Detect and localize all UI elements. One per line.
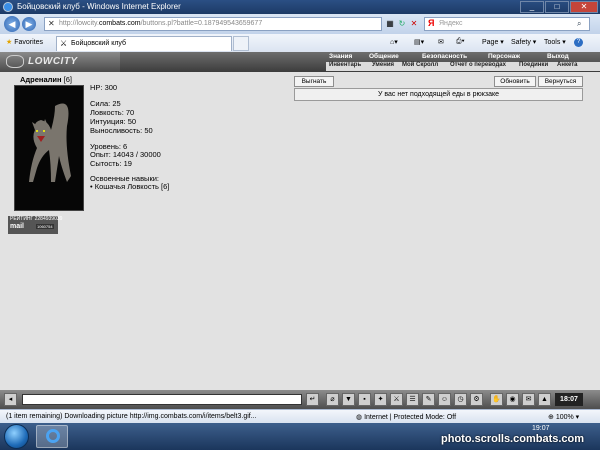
lowcity-logo: LOWCITY [0, 52, 120, 72]
search-icon[interactable]: ⌕ [577, 19, 581, 29]
submenu-my-scroll[interactable]: Мой Скролл [402, 62, 438, 68]
bag-icon[interactable]: ◉ [506, 393, 519, 406]
watermark-text: photo.scrolls.combats.com [441, 433, 585, 445]
stop-icon[interactable]: ✕ [408, 17, 420, 31]
window-title: Бойцовский клуб - Windows Internet Explo… [17, 2, 181, 11]
tools-menu[interactable]: Tools ▾ [544, 38, 566, 46]
stat-satiety: Сытость: 19 [90, 159, 132, 168]
forward-arrow-icon[interactable]: ▶ [22, 17, 36, 31]
rating-counter: РЕЙТИНГ 2284939039 [10, 216, 63, 222]
skill-item[interactable]: • Кошачья Ловкость [6] [90, 182, 169, 191]
start-button[interactable] [4, 424, 29, 449]
stat-intuition: Интуиция: 50 [90, 117, 137, 126]
players-icon[interactable]: ☰ [406, 393, 419, 406]
scroll-icon[interactable]: ✉ [522, 393, 535, 406]
new-tab-button[interactable] [233, 36, 249, 51]
tab-title: Бойцовский клуб [71, 40, 127, 47]
status-text: (1 item remaining) Downloading picture h… [6, 413, 257, 420]
clock-icon[interactable]: ◷ [454, 393, 467, 406]
chat-scroll-icon[interactable]: ◂ [4, 393, 17, 406]
game-menu-bar: LOWCITY Знания Общение Безопасность Перс… [0, 52, 600, 72]
smiley-icon[interactable]: ☺ [438, 393, 451, 406]
star-icon: ★ [6, 39, 13, 46]
stat-agility: Ловкость: 70 [90, 108, 135, 117]
kick-button[interactable]: Выгнать [294, 76, 334, 87]
menu-knowledge[interactable]: Знания [329, 53, 352, 60]
address-url: http://lowcity.combats.com/buttons.pl?ba… [59, 20, 263, 27]
stat-endurance: Выносливость: 50 [90, 126, 153, 135]
walk-icon[interactable]: ✦ [374, 393, 387, 406]
back-arrow-icon[interactable]: ◀ [4, 16, 20, 32]
mail-counter: mail [10, 223, 25, 230]
logo-emblem-icon [6, 55, 24, 68]
mail-icon[interactable]: ✉ [438, 38, 444, 46]
safety-menu[interactable]: Safety ▾ [511, 38, 536, 46]
info-icon[interactable]: ✎ [422, 393, 435, 406]
back-button[interactable]: Вернуться [538, 76, 583, 87]
clear-icon[interactable]: ⌀ [326, 393, 339, 406]
help-icon[interactable]: ? [574, 38, 583, 47]
search-input[interactable]: Я Яндекс ⌕ [424, 17, 590, 31]
minimize-button[interactable]: _ [520, 1, 544, 13]
menu-communication[interactable]: Общение [369, 53, 399, 60]
character-portrait [14, 85, 84, 211]
mark-icon[interactable]: ▲ [538, 393, 551, 406]
refresh-icon[interactable]: ↻ [396, 17, 408, 31]
address-toolbar: ◀ ▶ ✕ http://lowcity.combats.com/buttons… [0, 14, 600, 34]
counters-block[interactable]: РЕЙТИНГ 2284939039 mail 1060754 [8, 216, 62, 234]
tray-clock[interactable]: 19:07 [532, 425, 550, 432]
zoom-level[interactable]: ⊕ 100% ▾ [548, 413, 579, 421]
character-name[interactable]: Адреналин [6] [20, 75, 72, 84]
game-content: Адреналин [6] РЕЙТИНГ 2284939039 mail 10… [0, 72, 600, 390]
submenu-skills[interactable]: Умения [372, 62, 394, 68]
send-icon[interactable]: ↵ [306, 393, 319, 406]
print-icon[interactable]: ⎙▾ [456, 38, 465, 46]
refresh-button[interactable]: Обновить [494, 76, 536, 87]
save-icon[interactable]: ▪ [358, 393, 371, 406]
stat-experience: Опыт: 14043 / 30000 [90, 150, 161, 159]
hand-icon[interactable]: ✋ [490, 393, 503, 406]
compat-view-icon[interactable]: ▦ [384, 17, 396, 31]
favorites-button[interactable]: ★ Favorites [6, 38, 43, 46]
status-bar: (1 item remaining) Downloading picture h… [0, 409, 600, 424]
chat-toolbar: ◂ ↵ ⌀ ▼ ▪ ✦ ⚔ ☰ ✎ ☺ ◷ ⚙ ✋ ◉ ✉ ▲ 18:07 [0, 390, 600, 409]
page-icon: ✕ [48, 19, 55, 28]
ie-icon [3, 2, 13, 12]
yandex-icon: Я [428, 18, 435, 28]
game-clock: 18:07 [555, 393, 583, 406]
close-button[interactable]: ✕ [570, 1, 598, 13]
zoom-icon: ⊕ [548, 414, 556, 421]
stat-strength: Сила: 25 [90, 99, 121, 108]
stat-hp: HP: 300 [90, 83, 118, 92]
logo-text: LOWCITY [28, 56, 78, 67]
window-title-bar: Бойцовский клуб - Windows Internet Explo… [0, 0, 600, 14]
submenu-transfer-report[interactable]: Отчет о переводах [450, 62, 506, 68]
menu-exit[interactable]: Выход [547, 53, 569, 60]
submenu-inventory[interactable]: Инвентарь [329, 62, 361, 68]
maximize-button[interactable]: □ [545, 1, 569, 13]
globe-icon: ◍ [356, 414, 365, 421]
ie-icon [46, 429, 60, 443]
menu-security[interactable]: Безопасность [422, 53, 467, 60]
home-icon[interactable]: ⌂▾ [390, 38, 398, 46]
submenu-profile[interactable]: Анкета [557, 62, 578, 68]
fight-icon[interactable]: ⚔ [390, 393, 403, 406]
browser-tab[interactable]: ⚔ Бойцовский клуб [56, 36, 232, 51]
page-menu[interactable]: Page ▾ [482, 38, 504, 46]
cat-image [29, 103, 71, 182]
address-input[interactable]: ✕ http://lowcity.combats.com/buttons.pl?… [44, 17, 382, 31]
security-zone[interactable]: ◍ Internet | Protected Mode: Off [356, 413, 456, 421]
filter-icon[interactable]: ▼ [342, 393, 355, 406]
menu-character[interactable]: Персонаж [488, 53, 520, 60]
favorites-bar: ★ Favorites ⚔ Бойцовский клуб ⌂▾ ▤▾ ✉ ⎙▾… [0, 34, 600, 53]
taskbar-ie-button[interactable] [36, 425, 68, 448]
mail-counter-value: 1060754 [36, 224, 54, 229]
feeds-icon[interactable]: ▤▾ [414, 38, 424, 46]
gear-icon[interactable]: ⚙ [470, 393, 483, 406]
message-box: У вас нет подходящей еды в рюкзаке [294, 88, 583, 101]
tab-icon: ⚔ [60, 39, 68, 48]
submenu-duels[interactable]: Поединки [519, 62, 548, 68]
search-placeholder: Яндекс [439, 20, 463, 27]
chat-input[interactable] [22, 394, 302, 405]
